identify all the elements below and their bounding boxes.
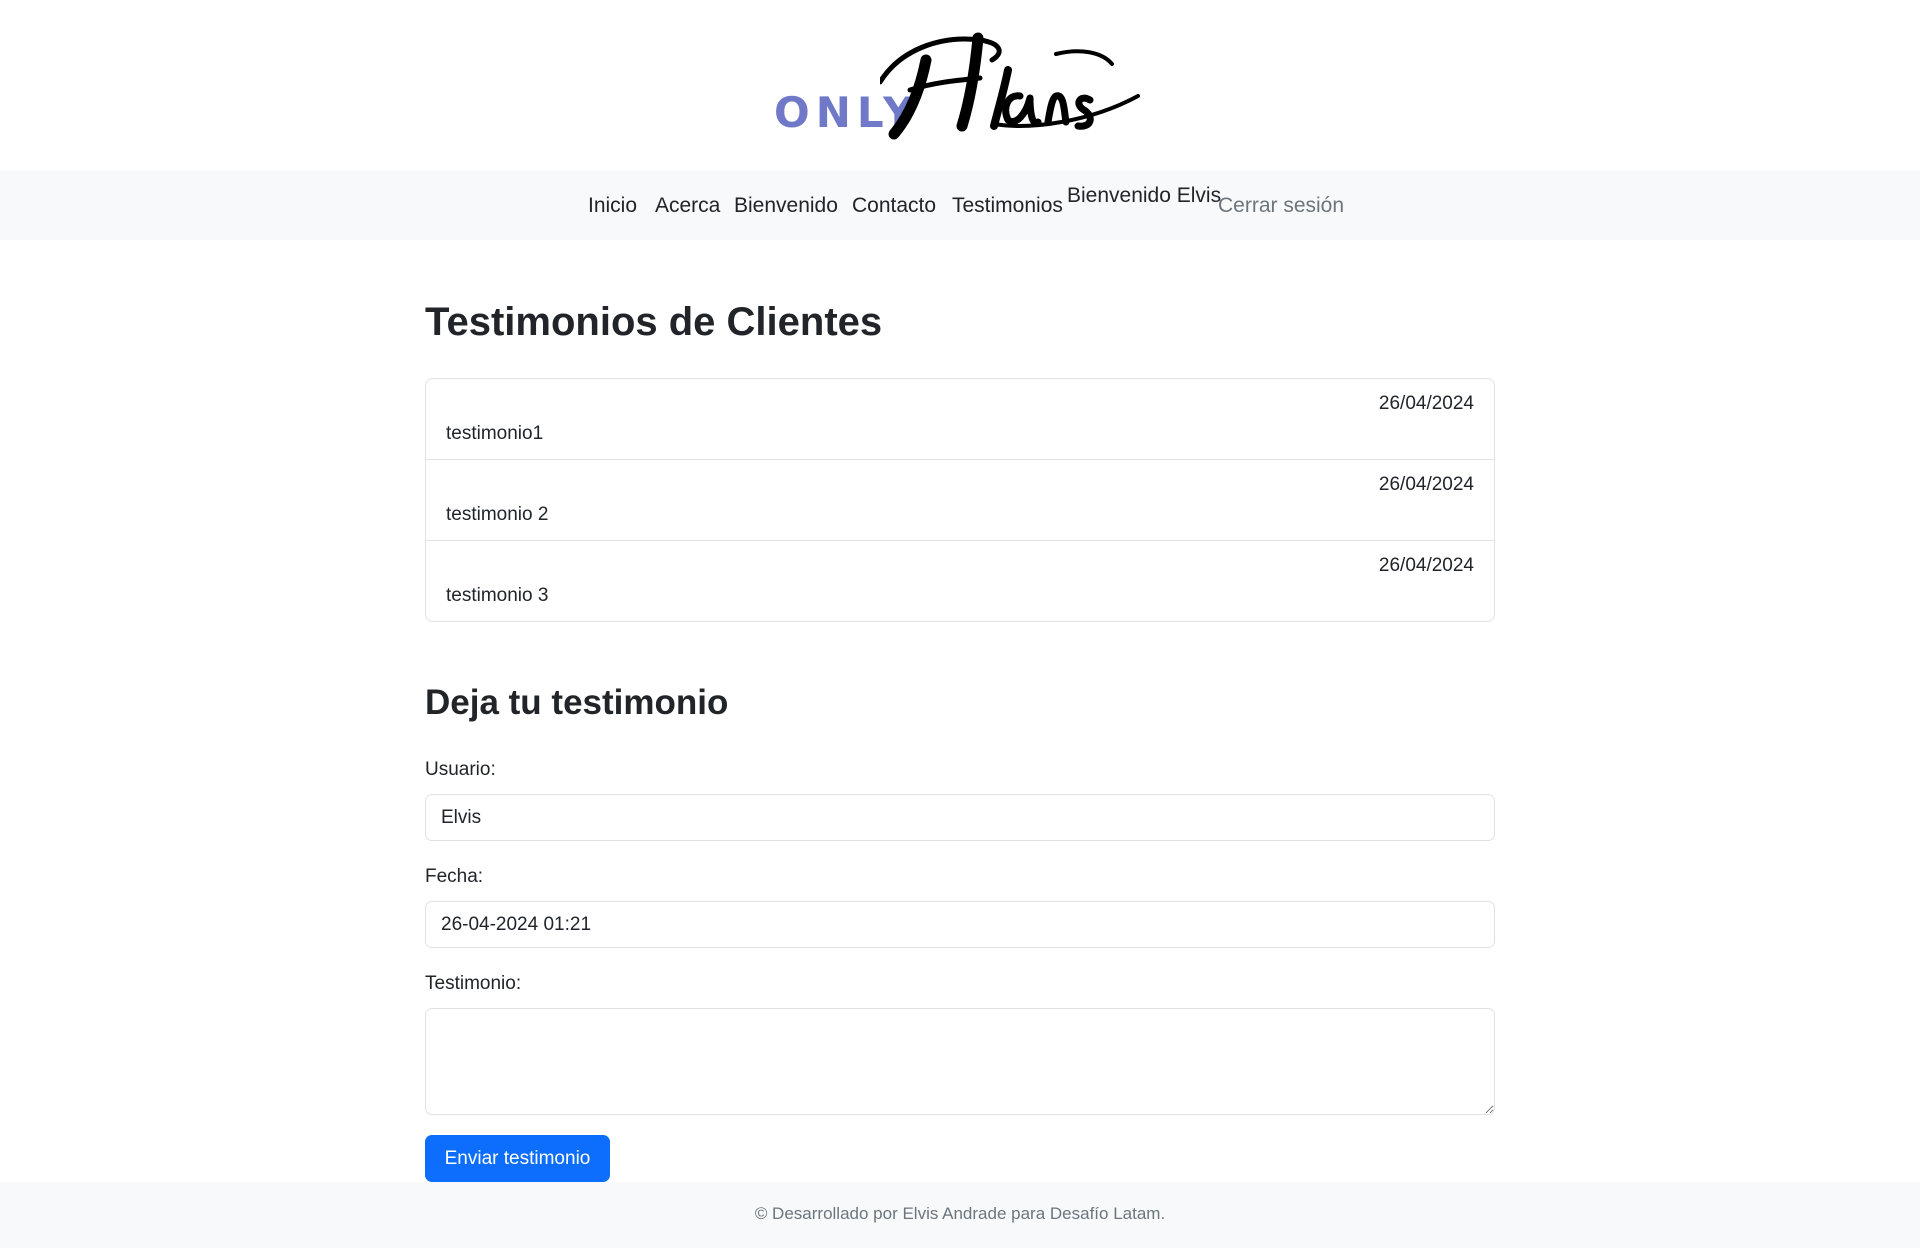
testimonial-date: 26/04/2024 bbox=[1378, 393, 1474, 414]
nav-link-acerca[interactable]: Acerca bbox=[655, 194, 720, 218]
brand-logo-script bbox=[880, 32, 1140, 140]
testimonial-item: 26/04/2024 testimonio1 bbox=[426, 379, 1494, 460]
brand-logo[interactable]: ONLY bbox=[770, 30, 1150, 145]
testimonial-date: 26/04/2024 bbox=[1378, 474, 1474, 495]
nav-link-inicio[interactable]: Inicio bbox=[588, 194, 637, 218]
testimonial-date: 26/04/2024 bbox=[1378, 555, 1474, 576]
date-label: Fecha: bbox=[425, 866, 484, 887]
nav-welcome-text: Bienvenido Elvis bbox=[1067, 184, 1222, 207]
logout-link[interactable]: Cerrar sesión bbox=[1218, 194, 1344, 218]
main-navbar: Inicio Acerca Bienvenido Contacto Testim… bbox=[0, 170, 1920, 240]
date-field[interactable] bbox=[425, 901, 1495, 948]
user-label: Usuario: bbox=[425, 759, 496, 780]
submit-testimonial-button[interactable]: Enviar testimonio bbox=[425, 1135, 610, 1182]
testimonial-item: 26/04/2024 testimonio 2 bbox=[426, 460, 1494, 541]
footer: © Desarrollado por Elvis Andrade para De… bbox=[0, 1182, 1920, 1248]
testimonials-title: Testimonios de Clientes bbox=[425, 300, 883, 344]
nav-link-contacto[interactable]: Contacto bbox=[852, 194, 936, 218]
footer-text: © Desarrollado por Elvis Andrade para De… bbox=[754, 1204, 1166, 1223]
testimonial-text: testimonio 2 bbox=[446, 504, 549, 525]
testimonial-label: Testimonio: bbox=[425, 973, 522, 994]
form-title: Deja tu testimonio bbox=[425, 683, 729, 722]
logo-header: ONLY bbox=[0, 0, 1920, 170]
user-field[interactable] bbox=[425, 794, 1495, 841]
testimonial-textarea[interactable] bbox=[425, 1008, 1495, 1115]
nav-link-bienvenido[interactable]: Bienvenido bbox=[734, 194, 838, 218]
nav-link-testimonios[interactable]: Testimonios bbox=[952, 194, 1063, 218]
testimonials-list: 26/04/2024 testimonio1 26/04/2024 testim… bbox=[425, 378, 1495, 622]
testimonial-text: testimonio1 bbox=[446, 423, 544, 444]
testimonial-item: 26/04/2024 testimonio 3 bbox=[426, 541, 1494, 621]
testimonial-text: testimonio 3 bbox=[446, 585, 549, 606]
